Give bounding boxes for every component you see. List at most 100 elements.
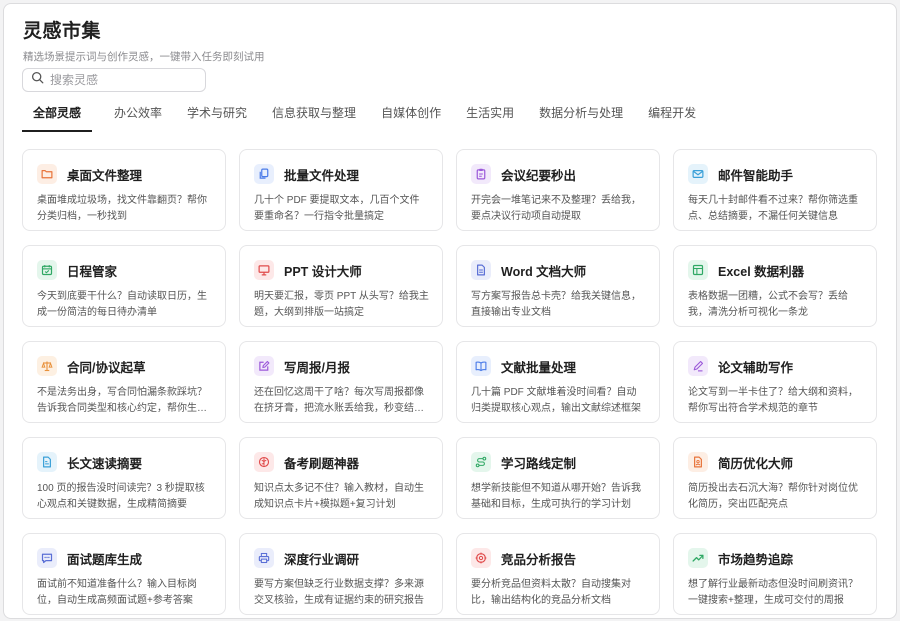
card-title: 文献批量处理 [501,360,577,375]
card-header: 长文速读摘要 [37,452,212,472]
card-description: 开完会一堆笔记来不及整理？丢给我，要点决议行动项自动提取 [471,195,641,222]
card-header: 日程管家 [37,260,212,280]
pen-icon [688,356,708,376]
card-title: 会议纪要秒出 [501,168,577,183]
inspiration-card[interactable]: 日程管家今天到底要干什么？自动读取日历，生成一份简洁的每日待办清单 [22,245,226,327]
card-header: 深度行业调研 [254,548,429,568]
category-tabs: 全部灵感 办公效率 学术与研究 信息获取与整理 自媒体创作 生活实用 数据分析与处理 编程开发 [22,104,878,132]
tab-6[interactable]: 数据分析与处理 [539,104,623,130]
resume-icon [688,452,708,472]
inspiration-card[interactable]: 会议纪要秒出开完会一堆笔记来不及整理？丢给我，要点决议行动项自动提取 [456,149,660,231]
inspiration-card[interactable]: 市场趋势追踪想了解行业最新动态但没时间刷资讯？一键搜索+整理，生成可交付的周报 [673,533,877,615]
edit-icon [254,356,274,376]
tab-5[interactable]: 生活实用 [466,104,514,130]
presentation-icon [254,260,274,280]
tab-7[interactable]: 编程开发 [648,104,696,130]
card-header: 批量文件处理 [254,164,429,184]
card-description: 明天要汇报，零页 PPT 从头写？给我主题，大纲到排版一站搞定 [254,291,429,318]
tab-0[interactable]: 全部灵感 [22,104,93,132]
card-header: 论文辅助写作 [688,356,863,376]
card-header: 简历优化大师 [688,452,863,472]
card-description: 还在回忆这周干了啥？每次写周报都像在挤牙膏，把流水账丢给我，秒变结构化周报 [254,387,424,414]
inspiration-card[interactable]: Excel 数据利器表格数据一团糟，公式不会写？丢给我，清洗分析可视化一条龙 [673,245,877,327]
card-title: 批量文件处理 [284,168,360,183]
scale-icon [37,356,57,376]
card-header: 会议纪要秒出 [471,164,646,184]
inspiration-card[interactable]: 合同/协议起草不是法务出身，写合同怕漏条款踩坑？告诉我合同类型和核心约定，帮你生… [22,341,226,423]
card-description: 桌面堆成垃圾场，找文件靠翻页？帮你分类归档，一秒找到 [37,195,207,222]
card-header: 学习路线定制 [471,452,646,472]
inspiration-card[interactable]: 长文速读摘要 100 页的报告没时间读完？3 秒提取核心观点和关键数据，生成精简摘… [22,437,226,519]
card-header: 写周报/月报 [254,356,429,376]
printer-icon [254,548,274,568]
card-header: Word 文档大师 [471,260,646,280]
card-description: 不是法务出身，写合同怕漏条款踩坑？告诉我合同类型和核心约定，帮你生成一份结构完整… [37,387,207,414]
card-header: 文献批量处理 [471,356,646,376]
card-description: 想了解行业最新动态但没时间刷资讯？一键搜索+整理，生成可交付的周报 [688,579,858,606]
inspiration-card[interactable]: 写周报/月报还在回忆这周干了啥？每次写周报都像在挤牙膏，把流水账丢给我，秒变结构… [239,341,443,423]
card-description: 写方案写报告总卡壳？给我关键信息，直接输出专业文档 [471,291,641,318]
card-title: Excel 数据利器 [718,264,805,279]
card-description: 100 页的报告没时间读完？3 秒提取核心观点和关键数据，生成精简摘要 [37,483,205,510]
card-title: 合同/协议起草 [67,360,146,375]
card-header: 桌面文件整理 [37,164,212,184]
trend-icon [688,548,708,568]
card-description: 想学新技能但不知道从哪开始？告诉我基础和目标，生成可执行的学习计划 [471,483,641,510]
inspiration-card[interactable]: 邮件智能助手 每天几十封邮件看不过来？帮你筛选重点、总结摘要，不漏任何关键信息 [673,149,877,231]
tab-3[interactable]: 信息获取与整理 [272,104,356,130]
card-description: 表格数据一团糟，公式不会写？丢给我，清洗分析可视化一条龙 [688,291,848,318]
inspiration-card[interactable]: 批量文件处理 几十个 PDF 要提取文本，几百个文件要重命名？一行指令批量搞定 [239,149,443,231]
inspiration-card[interactable]: 竞品分析报告要分析竞品但资料太散？自动搜集对比，输出结构化的竞品分析文档 [456,533,660,615]
card-description: 今天到底要干什么？自动读取日历，生成一份简洁的每日待办清单 [37,291,207,318]
inspiration-card[interactable]: 学习路线定制想学新技能但不知道从哪开始？告诉我基础和目标，生成可执行的学习计划 [456,437,660,519]
card-title: 市场趋势追踪 [718,552,794,567]
tab-4[interactable]: 自媒体创作 [381,104,441,130]
brain-icon [254,452,274,472]
inspiration-card[interactable]: 文献批量处理几十篇 PDF 文献堆着没时间看？自动归类提取核心观点，输出文献综述… [456,341,660,423]
card-header: PPT 设计大师 [254,260,429,280]
tab-2[interactable]: 学术与研究 [187,104,247,130]
route-icon [471,452,491,472]
card-description: 几十篇 PDF 文献堆着没时间看？自动归类提取核心观点，输出文献综述框架 [471,387,641,414]
search-box[interactable] [22,68,206,92]
inspiration-card[interactable]: 深度行业调研 要写方案但缺乏行业数据支撑？多来源交叉核验，生成有证据约束的研究报告 [239,533,443,615]
inspiration-card[interactable]: 面试题库生成 面试前不知道准备什么？输入目标岗位，自动生成高频面试题+参考答案 [22,533,226,615]
card-title: 邮件智能助手 [718,168,794,183]
card-title: 论文辅助写作 [718,360,794,375]
card-header: 面试题库生成 [37,548,212,568]
inspiration-card[interactable]: 桌面文件整理桌面堆成垃圾场，找文件靠翻页？帮你分类归档，一秒找到 [22,149,226,231]
card-header: 合同/协议起草 [37,356,212,376]
card-header: 市场趋势追踪 [688,548,863,568]
inspiration-card[interactable]: 简历优化大师 简历投出去石沉大海？帮你针对岗位优化简历，突出匹配亮点 [673,437,877,519]
tab-1[interactable]: 办公效率 [114,104,162,130]
folder-icon [37,164,57,184]
book-icon [471,356,491,376]
page-subtitle: 精选场景提示词与创作灵感，一键带入任务即刻试用 [23,51,265,63]
card-title: 学习路线定制 [501,456,577,471]
inspiration-card[interactable]: 论文辅助写作论文写到一半卡住了？给大纲和资料，帮你写出符合学术规范的章节 [673,341,877,423]
inspiration-card[interactable]: 备考刷题神器知识点太多记不住？输入教材，自动生成知识点卡片+模拟题+复习计划 [239,437,443,519]
card-title: 日程管家 [67,264,118,279]
table-icon [688,260,708,280]
inspiration-card[interactable]: Word 文档大师写方案写报告总卡壳？给我关键信息，直接输出专业文档 [456,245,660,327]
search-icon [31,71,44,89]
card-header: 备考刷题神器 [254,452,429,472]
page-title: 灵感市集 [23,21,102,42]
message-icon [37,548,57,568]
card-description: 知识点太多记不住？输入教材，自动生成知识点卡片+模拟题+复习计划 [254,483,424,510]
clipboard-icon [471,164,491,184]
card-title: 长文速读摘要 [67,456,143,471]
card-description: 要分析竞品但资料太散？自动搜集对比，输出结构化的竞品分析文档 [471,579,631,606]
calendar-icon [37,260,57,280]
card-title: 深度行业调研 [284,552,360,567]
files-icon [254,164,274,184]
card-title: Word 文档大师 [501,264,587,279]
card-title: 桌面文件整理 [67,168,143,183]
card-title: 竞品分析报告 [501,552,577,567]
search-input[interactable] [50,73,200,87]
card-description: 论文写到一半卡住了？给大纲和资料，帮你写出符合学术规范的章节 [688,387,858,414]
inspiration-card[interactable]: PPT 设计大师明天要汇报，零页 PPT 从头写？给我主题，大纲到排版一站搞定 [239,245,443,327]
page-header: 灵感市集 精选场景提示词与创作灵感，一键带入任务即刻试用 [23,16,265,64]
card-header: Excel 数据利器 [688,260,863,280]
card-header: 竞品分析报告 [471,548,646,568]
